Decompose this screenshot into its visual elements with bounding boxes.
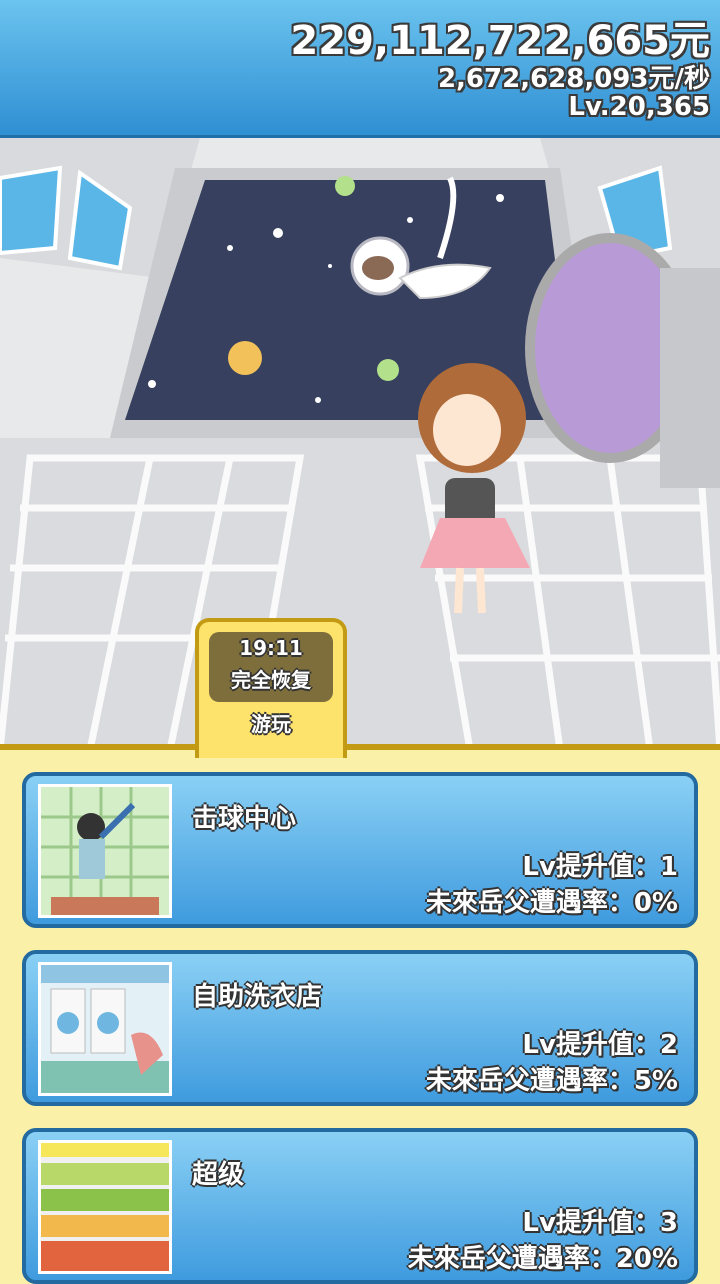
level-increase-value: Lv提升值：2 xyxy=(522,1030,678,1060)
batting-center-thumbnail xyxy=(38,784,172,918)
recovery-badge: 19:11 完全恢复 xyxy=(209,632,333,702)
level-increase-value: Lv提升值：1 xyxy=(522,852,678,882)
encounter-rate: 未來岳父遭遇率：0% xyxy=(425,888,678,918)
encounter-rate: 未來岳父遭遇率：20% xyxy=(407,1244,678,1274)
supermarket-thumbnail xyxy=(38,1140,172,1274)
status-header: 229,112,722,665元 2,672,628,093元/秒 Lv.20,… xyxy=(0,0,720,138)
location-title: 击球中心 xyxy=(192,804,297,834)
location-card-batting-center[interactable]: 击球中心 Lv提升值：1 未來岳父遭遇率：0% xyxy=(22,772,698,928)
location-title: 超级 xyxy=(192,1160,245,1190)
location-title: 自助洗衣店 xyxy=(192,982,323,1012)
space-station-scene xyxy=(0,138,720,750)
level-display: Lv.20,365 xyxy=(568,92,710,122)
recovery-status: 完全恢复 xyxy=(231,668,311,692)
scene-illustration xyxy=(0,138,720,750)
location-list: 击球中心 Lv提升值：1 未來岳父遭遇率：0% 自助洗衣店 Lv提升值：2 未來… xyxy=(0,750,720,1284)
tab-play-label: 游玩 xyxy=(251,712,291,736)
encounter-rate: 未來岳父遭遇率：5% xyxy=(425,1066,678,1096)
laundromat-thumbnail xyxy=(38,962,172,1096)
level-increase-value: Lv提升值：3 xyxy=(522,1208,678,1238)
income-rate: 2,672,628,093元/秒 xyxy=(437,64,710,94)
location-card-supermarket[interactable]: 超级 Lv提升值：3 未來岳父遭遇率：20% xyxy=(22,1128,698,1284)
tab-play[interactable]: 19:11 完全恢复 游玩 xyxy=(195,618,347,758)
recovery-time: 19:11 xyxy=(239,636,303,660)
location-card-laundromat[interactable]: 自助洗衣店 Lv提升值：2 未來岳父遭遇率：5% xyxy=(22,950,698,1106)
